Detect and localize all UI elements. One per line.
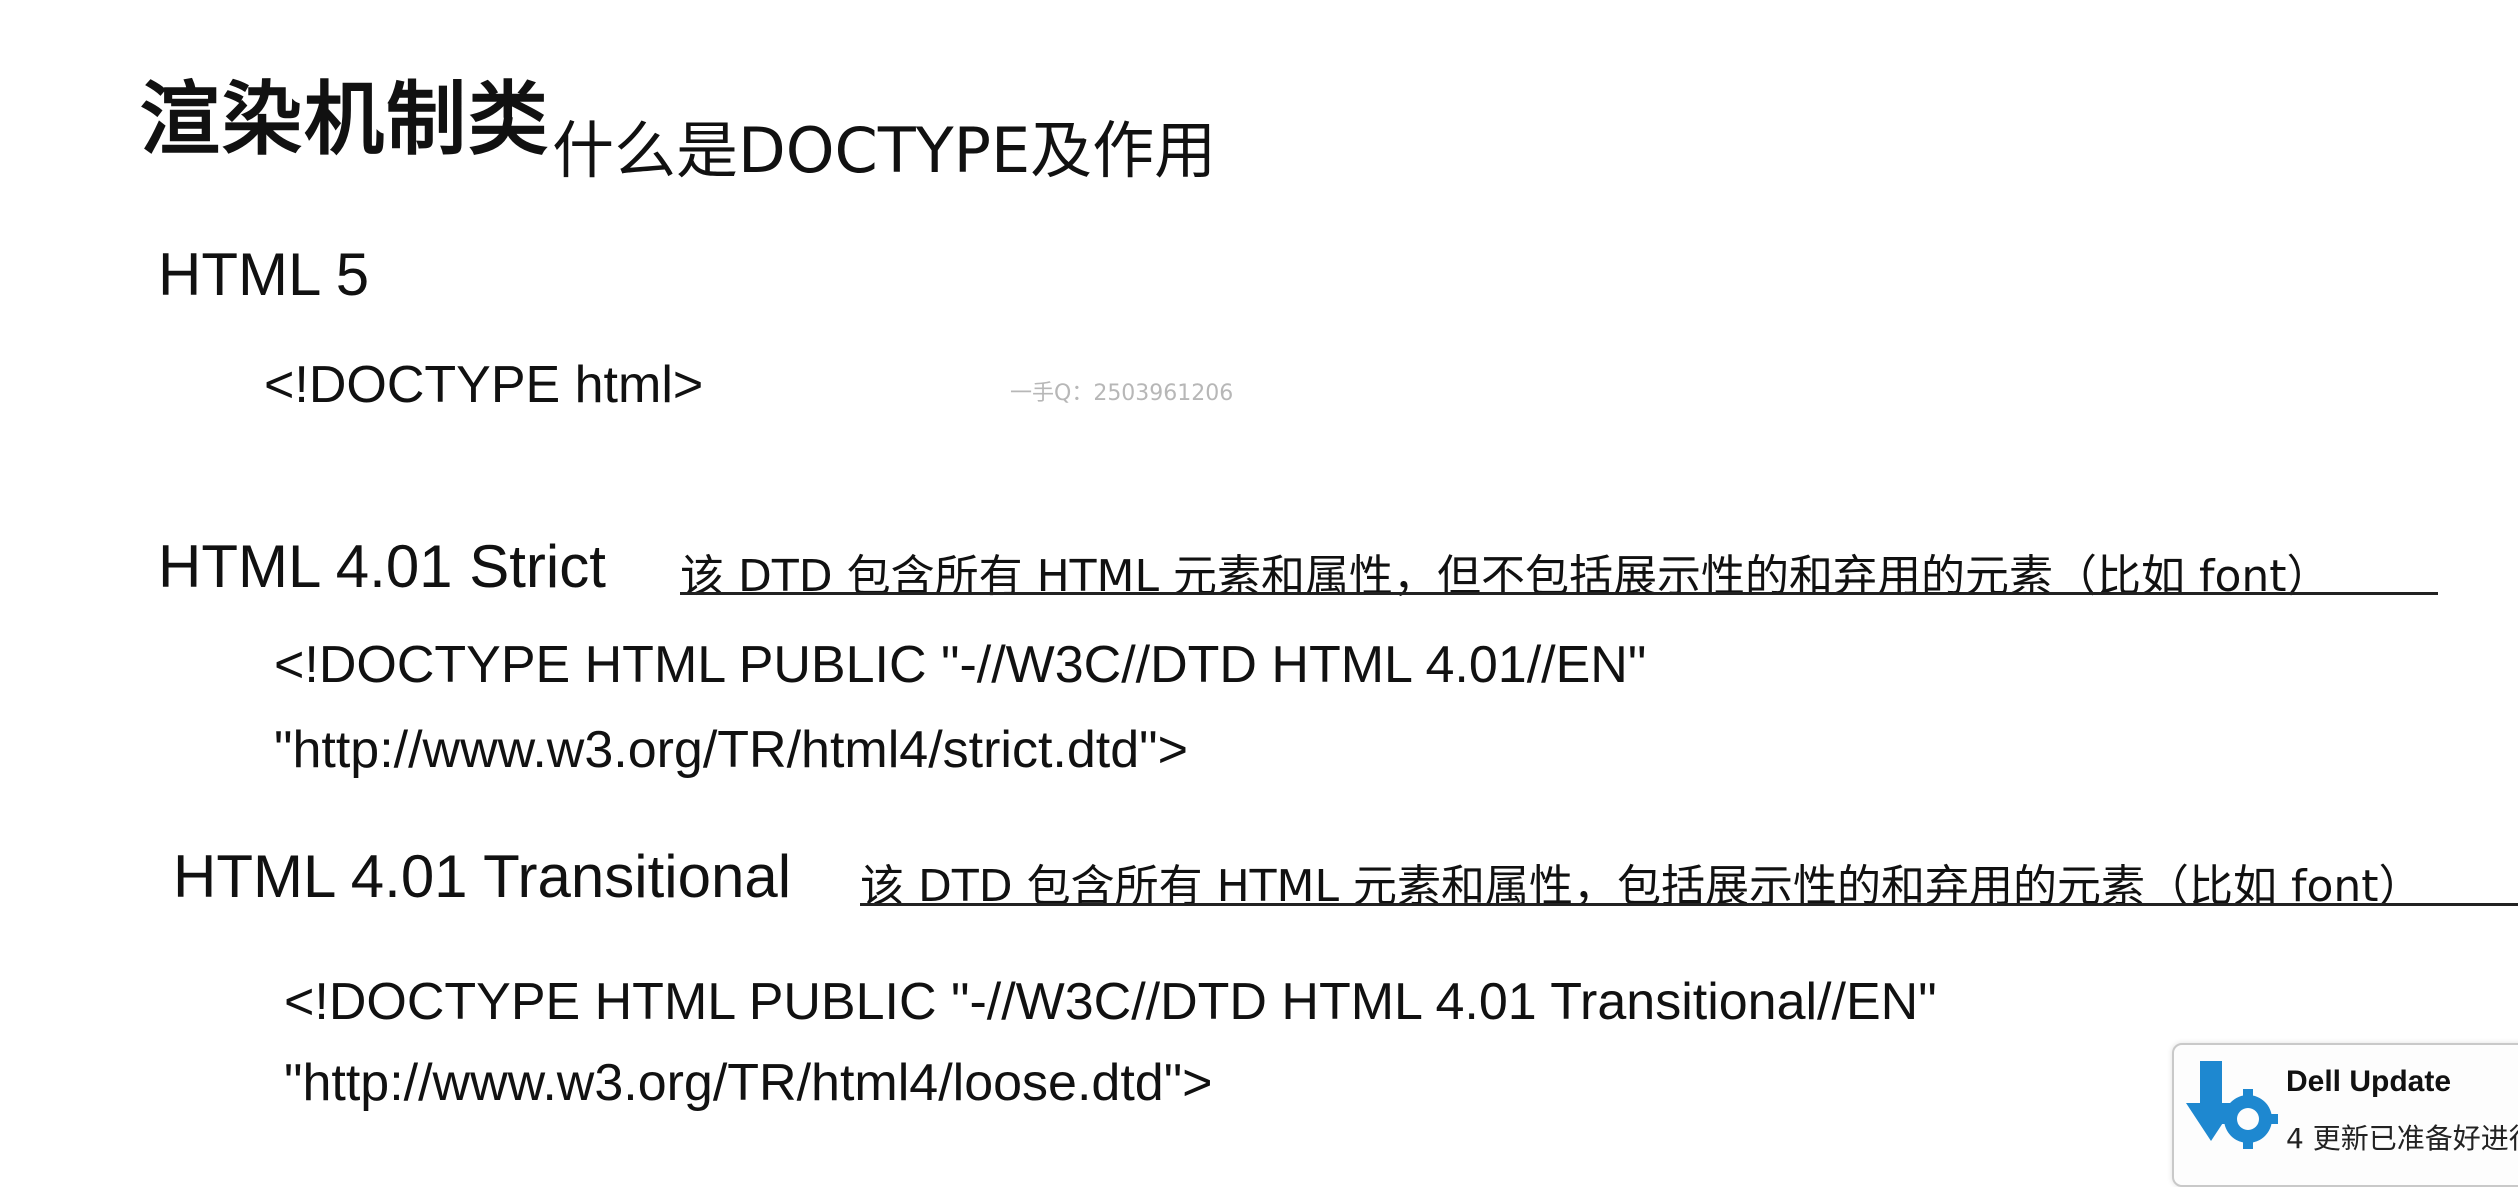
note-underline-strict [680,592,2438,595]
watermark-text: 一手Q：2503961206 [1010,381,1234,406]
section-heading-strict: HTML 4.01 Strict [158,533,606,600]
code-line-transitional-1: <!DOCTYPE HTML PUBLIC "-//W3C//DTD HTML … [284,973,1937,1031]
slide-title: 渲染机制类 [140,73,550,166]
notification-title: Dell Update [2286,1065,2452,1098]
slide-subtitle: 什么是DOCTYPE及作用 [552,114,1217,187]
section-heading-html5: HTML 5 [158,241,370,308]
section-heading-transitional: HTML 4.01 Transitional [173,843,792,910]
notification-text: 4 更新已准备好进行安装 [2286,1122,2518,1155]
code-line-strict-1: <!DOCTYPE HTML PUBLIC "-//W3C//DTD HTML … [274,636,1647,694]
note-underline-transitional [860,903,2518,906]
dell-update-notification[interactable]: Dell Update 4 更新已准备好进行安装 [2172,1043,2518,1187]
dell-update-icon [2182,1053,2282,1153]
code-line-transitional-2: "http://www.w3.org/TR/html4/loose.dtd"> [284,1054,1213,1112]
code-line-strict-2: "http://www.w3.org/TR/html4/strict.dtd"> [274,721,1188,779]
code-line-html5: <!DOCTYPE html> [264,356,704,414]
